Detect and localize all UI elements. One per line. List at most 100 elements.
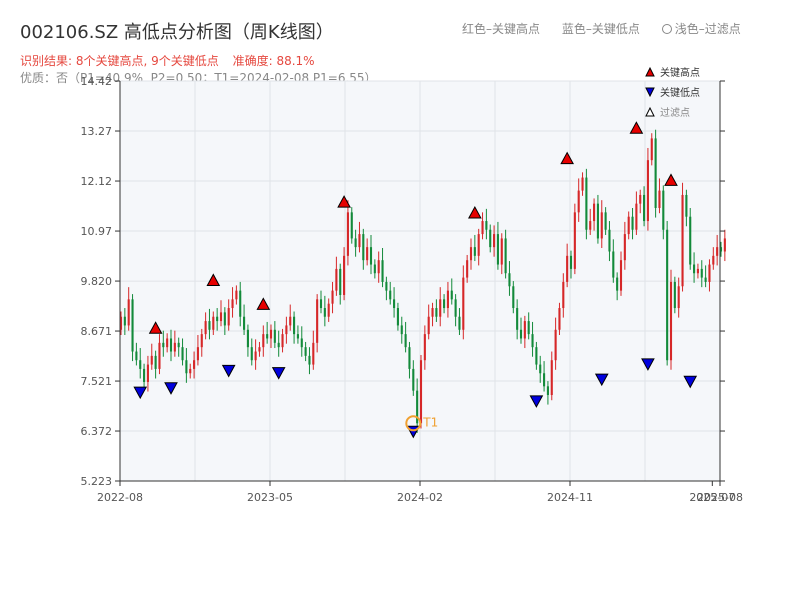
candle-body (466, 260, 469, 278)
candle-body (193, 360, 196, 369)
candle-body (250, 347, 253, 361)
candle-body (439, 299, 442, 317)
candle-body (423, 334, 426, 361)
candle-body (504, 238, 507, 274)
candle-body (700, 268, 703, 278)
candle-body (185, 360, 188, 374)
candle-body (239, 290, 242, 317)
candle-body (396, 308, 399, 326)
t1-label: T1 (422, 415, 438, 429)
candle-body (635, 203, 638, 230)
candle-body (231, 299, 234, 309)
candle-body (666, 229, 669, 361)
candle-body (393, 299, 396, 309)
candle-body (169, 338, 173, 352)
candle-body (323, 308, 326, 317)
candle-body (319, 299, 323, 309)
candle-body (623, 234, 626, 261)
candle-body (689, 216, 692, 265)
candle-body (673, 281, 676, 309)
candle-body (712, 255, 715, 265)
candle-body (596, 203, 599, 239)
candle-body (589, 221, 592, 230)
candle-body (254, 351, 257, 361)
candle-body (377, 260, 380, 274)
candle-body (639, 194, 642, 204)
candle-body (643, 194, 646, 222)
candle-body (212, 316, 215, 330)
candle-body (385, 281, 388, 291)
candle-body (531, 334, 534, 348)
candle-body (681, 194, 684, 287)
candle-body (343, 255, 346, 295)
candle-body (277, 342, 280, 348)
candle-body (316, 299, 319, 343)
x-tick-label: 2022-08 (97, 491, 143, 504)
candle-body (616, 277, 619, 291)
candle-body (677, 286, 680, 309)
candle-body (135, 351, 138, 361)
candle-body (539, 364, 542, 374)
candle-body (366, 247, 369, 261)
candle-body (173, 342, 176, 352)
candle-body (512, 286, 515, 309)
candle-body (362, 234, 365, 261)
candle-body (454, 299, 457, 317)
candle-body (493, 234, 496, 248)
candle-body (304, 347, 307, 356)
candle-body (585, 177, 588, 230)
candle-body (508, 273, 511, 287)
candle-body (154, 355, 157, 369)
candle-body (339, 268, 342, 295)
candle-body (631, 216, 634, 230)
candle-body (658, 190, 661, 208)
candle-body (489, 229, 492, 248)
candle-body (604, 212, 607, 230)
x-tick-label: 2024-02 (397, 491, 443, 504)
candle-body (162, 342, 165, 348)
candle-body (543, 373, 546, 387)
x-tick-label: 2025-08 (697, 491, 743, 504)
candle-body (373, 264, 376, 274)
candle-body (473, 247, 476, 256)
candle-body (381, 260, 384, 282)
candle-body (477, 234, 480, 256)
x-tick-label: 2023-05 (247, 491, 293, 504)
candle-body (358, 234, 361, 248)
candle-body (350, 212, 353, 239)
candle-body (500, 238, 503, 265)
candle-body (246, 329, 249, 348)
candle-body (716, 247, 719, 256)
candle-body (312, 342, 315, 365)
candle-body (427, 316, 430, 335)
candle-body (150, 355, 153, 365)
candle-body (327, 303, 330, 317)
candle-body (581, 177, 584, 191)
candle-body (435, 308, 438, 317)
candle-body (189, 368, 192, 374)
candle-body (693, 264, 696, 274)
y-tick-label: 12.12 (81, 175, 113, 188)
candle-body (696, 268, 699, 274)
candle-body (269, 329, 273, 339)
candle-body (127, 299, 130, 326)
candle-body (196, 347, 199, 361)
candle-body (208, 321, 211, 330)
candlestick-chart: T1 5.223 6.372 7.521 8.671 9.820 10.97 12.12 13… (81, 66, 743, 504)
candle-body (369, 247, 373, 265)
candle-body (519, 329, 523, 339)
candle-body (558, 308, 561, 330)
candle-body (450, 290, 453, 300)
candle-body (669, 281, 673, 361)
candle-body (527, 321, 530, 335)
candle-body (577, 190, 580, 213)
candle-body (296, 334, 299, 339)
candle-body (523, 321, 526, 339)
candle-body (219, 312, 223, 322)
candle-body (443, 299, 446, 309)
candle-body (593, 203, 596, 222)
x-tick-label: 2024-11 (547, 491, 593, 504)
candle-body (546, 386, 549, 396)
y-tick-label: 8.671 (81, 325, 113, 338)
candle-body (293, 316, 296, 335)
